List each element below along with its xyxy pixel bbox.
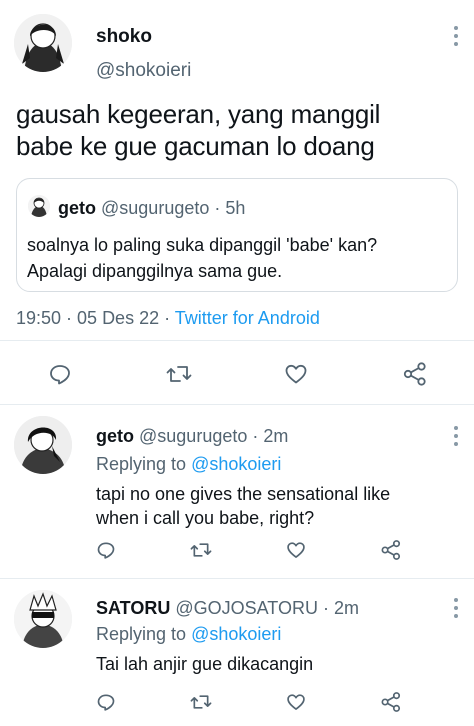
reply-display-name[interactable]: geto [96,426,134,446]
more-icon[interactable] [453,598,459,618]
avatar[interactable] [14,14,72,72]
reply-text-line: tapi no one gives the sensational like [96,484,391,504]
tweet-timestamp: 19:50 · 05 Des 22 · Twitter for Android [16,308,320,329]
divider [0,578,474,579]
like-icon[interactable] [282,360,310,388]
reply-text-line: Tai lah anjir gue dikacangin [96,654,314,674]
replying-to: Replying to @shokoieri [96,624,281,645]
reply-text: Tai lah anjir gue dikacangin [96,652,313,676]
like-icon[interactable] [284,538,308,562]
client-link[interactable]: Twitter for Android [175,308,320,328]
quoted-text: soalnya lo paling suka dipanggil 'babe' … [27,232,377,284]
replying-to-label: Replying to [96,454,187,474]
share-icon[interactable] [400,360,430,388]
reply-icon[interactable] [46,360,74,388]
share-icon[interactable] [378,690,404,714]
reply-icon[interactable] [94,538,118,562]
reply-time: · 2m [323,598,359,618]
quoted-time: · 5h [214,198,246,218]
reply-header: SATORU @GOJOSATORU · 2m [96,598,359,619]
avatar[interactable] [14,416,72,474]
reply-text: tapi no one gives the sensational like w… [96,482,390,530]
divider [0,340,474,341]
share-icon[interactable] [378,538,404,562]
avatar[interactable] [14,590,72,648]
quoted-display-name: geto [58,198,96,218]
more-icon[interactable] [453,26,459,46]
quoted-text-line: Apalagi dipanggilnya sama gue. [27,261,283,281]
tweet-text-line: gausah kegeeran, yang manggil [16,99,381,129]
divider [0,404,474,405]
reply-text-line: when i call you babe, right? [96,508,315,528]
reply-handle[interactable]: @GOJOSATORU [175,598,318,618]
quoted-avatar [28,195,50,217]
reply-display-name[interactable]: SATORU [96,598,170,618]
timestamp-text: 19:50 · 05 Des 22 · [16,308,171,328]
reply-handle[interactable]: @sugurugeto [139,426,247,446]
reply-header: geto @sugurugeto · 2m [96,426,288,447]
retweet-icon[interactable] [188,690,214,714]
replying-to: Replying to @shokoieri [96,454,281,475]
reply-icon[interactable] [94,690,118,714]
quoted-handle: @sugurugeto [101,198,210,218]
reply-time: · 2m [252,426,289,446]
replying-to-handle[interactable]: @shokoieri [191,454,281,474]
quoted-text-line: soalnya lo paling suka dipanggil 'babe' … [27,235,378,255]
author-handle[interactable]: @shokoieri [96,60,191,82]
replying-to-label: Replying to [96,624,187,644]
replying-to-handle[interactable]: @shokoieri [191,624,281,644]
retweet-icon[interactable] [164,360,194,388]
more-icon[interactable] [453,426,459,446]
retweet-icon[interactable] [188,538,214,562]
quoted-header: geto @sugurugeto · 5h [58,198,245,219]
tweet-text-line: babe ke gue gacuman lo doang [16,131,375,161]
author-display-name[interactable]: shoko [96,26,152,48]
like-icon[interactable] [284,690,308,714]
tweet-text: gausah kegeeran, yang manggil babe ke gu… [16,98,380,162]
